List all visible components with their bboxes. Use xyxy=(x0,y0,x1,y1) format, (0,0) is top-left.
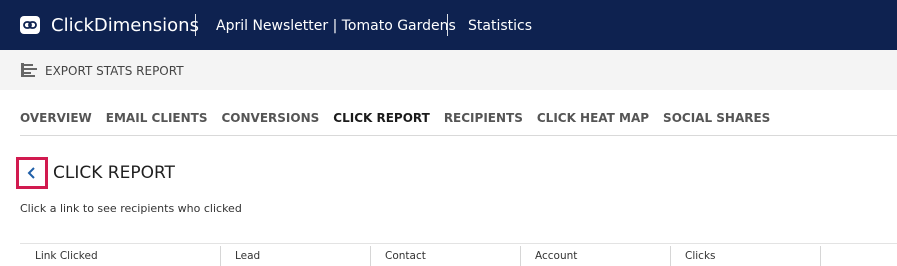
table-header-border xyxy=(20,243,897,244)
tab-conversions[interactable]: CONVERSIONS xyxy=(222,111,320,125)
column-header-contact[interactable]: Contact xyxy=(385,250,426,262)
tab-click-heat-map[interactable]: CLICK HEAT MAP xyxy=(537,111,649,125)
column-header-link-clicked[interactable]: Link Clicked xyxy=(35,250,98,262)
tab-recipients[interactable]: RECIPIENTS xyxy=(444,111,523,125)
column-separator[interactable] xyxy=(670,246,671,266)
tab-overview[interactable]: OVERVIEW xyxy=(20,111,92,125)
column-header-account[interactable]: Account xyxy=(535,250,577,262)
column-separator[interactable] xyxy=(820,246,821,266)
back-button[interactable] xyxy=(16,157,48,189)
export-stats-report-button[interactable]: EXPORT STATS REPORT xyxy=(45,64,184,78)
section-title[interactable]: Statistics xyxy=(468,18,532,34)
record-title[interactable]: April Newsletter | Tomato Gardens xyxy=(216,18,456,34)
column-header-clicks[interactable]: Clicks xyxy=(685,250,716,262)
app-brand-name[interactable]: ClickDimensions xyxy=(51,15,199,36)
tab-social-shares[interactable]: SOCIAL SHARES xyxy=(663,111,770,125)
tab-click-report[interactable]: CLICK REPORT xyxy=(333,111,430,125)
column-header-lead[interactable]: Lead xyxy=(235,250,260,262)
column-separator[interactable] xyxy=(220,246,221,266)
top-navigation-bar: ClickDimensions April Newsletter | Tomat… xyxy=(0,0,897,50)
page-title: CLICK REPORT xyxy=(53,163,175,183)
header-separator xyxy=(195,14,196,36)
header-separator xyxy=(447,14,448,36)
chevron-left-icon xyxy=(27,167,35,179)
page-subtitle: Click a link to see recipients who click… xyxy=(20,202,242,215)
clickdimensions-logo-icon xyxy=(20,16,40,34)
column-separator[interactable] xyxy=(520,246,521,266)
tab-email-clients[interactable]: EMAIL CLIENTS xyxy=(106,111,208,125)
column-separator[interactable] xyxy=(370,246,371,266)
tabs-divider xyxy=(20,135,897,136)
report-icon[interactable] xyxy=(21,62,37,78)
stats-tabs: OVERVIEW EMAIL CLIENTS CONVERSIONS CLICK… xyxy=(20,111,784,125)
